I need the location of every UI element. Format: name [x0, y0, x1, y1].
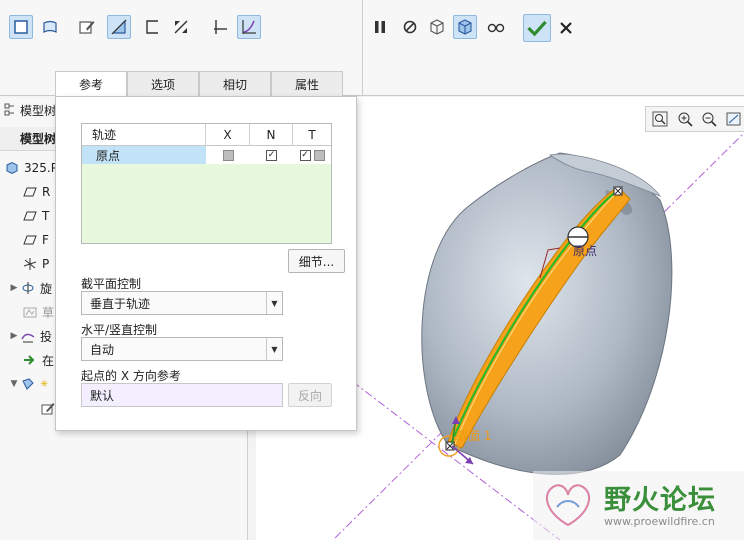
hv-control-label: 水平/竖直控制 — [81, 323, 158, 337]
x-ref-value: 默认 — [90, 388, 115, 403]
sketch-icon[interactable] — [75, 15, 99, 39]
x-ref-collector[interactable]: 默认 — [81, 383, 283, 407]
tree-item-label: F — [42, 233, 49, 247]
tab-references[interactable]: 参考 — [55, 71, 127, 97]
sketch-edit-icon — [40, 400, 56, 416]
details-button[interactable]: 细节... — [288, 249, 345, 273]
trajectory-collector[interactable]: 轨迹 X N T 原点 ✓ ✓ — [81, 123, 332, 244]
watermark-text: 野火论坛 — [604, 485, 716, 516]
solid-icon[interactable] — [9, 15, 33, 39]
references-panel: 轨迹 X N T 原点 ✓ ✓ 细节... 截平面控制 垂直于轨迹 ▼ 水平/竖… — [55, 96, 357, 431]
t-extra-checkbox[interactable] — [313, 149, 325, 161]
t-checkbox[interactable]: ✓ — [299, 149, 311, 161]
datum-plane-icon — [22, 184, 38, 200]
tree-item-part[interactable]: 325.P — [4, 157, 58, 179]
view-icon[interactable] — [724, 109, 744, 129]
expand-arrow-icon[interactable]: ▶ — [8, 283, 20, 293]
tree-item-label: 旋 — [40, 281, 53, 296]
tab-properties[interactable]: 属性 — [271, 71, 343, 96]
preview-icon[interactable] — [453, 15, 477, 39]
no-preview-icon[interactable] — [398, 15, 422, 39]
zoom-in-icon[interactable] — [675, 109, 696, 129]
x-ref-label: 起点的 X 方向参考 — [81, 369, 181, 383]
glasses-icon[interactable] — [484, 15, 508, 39]
expand-arrow-icon[interactable]: ▶ — [8, 331, 20, 341]
model-tree-title: 模型树 — [20, 103, 57, 118]
tree-item-datum-right[interactable]: R — [22, 181, 50, 203]
tree-item-label: T — [42, 209, 50, 223]
x-checkbox[interactable] — [222, 149, 234, 161]
projected-curve-icon — [20, 328, 36, 344]
tree-item-label: P — [42, 257, 50, 271]
tree-item-label: 草 — [42, 305, 55, 320]
pause-icon[interactable] — [368, 15, 392, 39]
watermark-url: www.proewildfire.cn — [604, 515, 715, 528]
zoom-out-icon[interactable] — [699, 109, 720, 129]
tree-item-label: 投 — [40, 329, 53, 344]
tree-item-label: 在 — [42, 353, 55, 368]
watermark-logo-icon — [545, 484, 591, 527]
datum-plane-icon — [22, 232, 38, 248]
variable-section-icon[interactable] — [237, 15, 261, 39]
refit-icon[interactable] — [650, 109, 671, 129]
constant-section-icon[interactable] — [208, 15, 232, 39]
hv-control-dropdown[interactable]: 自动 ▼ — [81, 337, 283, 361]
flip-button[interactable]: 反向 — [288, 383, 332, 407]
graphics-toolbar — [645, 106, 744, 132]
tree-item-projected[interactable]: ▶ 投 — [8, 325, 52, 347]
column-x: X — [206, 124, 250, 145]
new-feature-star-icon: ✳ — [40, 378, 49, 390]
tree-item-insert-here[interactable]: 在 — [22, 349, 54, 371]
tree-item-label: R — [42, 185, 51, 199]
trajectory-table-header: 轨迹 X N T — [82, 124, 331, 146]
tree-item-sketch[interactable]: 草 — [22, 301, 54, 323]
column-trajectory: 轨迹 — [82, 124, 206, 145]
hv-control-value: 自动 — [90, 342, 115, 357]
table-row[interactable]: 原点 ✓ ✓ — [82, 146, 331, 164]
trajectory-name[interactable]: 原点 — [82, 146, 206, 164]
verify-icon[interactable] — [425, 15, 449, 39]
expand-arrow-icon[interactable]: ▼ — [8, 379, 20, 389]
n-checkbox[interactable]: ✓ — [266, 149, 277, 161]
revolve-icon — [20, 280, 36, 296]
section-label: 截面 1 — [456, 429, 492, 443]
insert-here-icon — [22, 352, 38, 368]
ribbon: 参考 选项 相切 属性 — [0, 0, 744, 97]
section-control-dropdown[interactable]: 垂直于轨迹 ▼ — [81, 291, 283, 315]
sketch-feature-icon — [22, 304, 38, 320]
remove-material-icon[interactable] — [107, 15, 131, 39]
chevron-down-icon[interactable]: ▼ — [266, 292, 282, 314]
tree-item-csys[interactable]: P — [22, 253, 49, 275]
column-n: N — [250, 124, 293, 145]
tree-item-datum-top[interactable]: T — [22, 205, 49, 227]
part-icon — [4, 160, 20, 176]
tree-item-datum-front[interactable]: F — [22, 229, 49, 251]
section-control-value: 垂直于轨迹 — [90, 296, 151, 311]
ok-icon[interactable] — [523, 14, 551, 42]
origin-label: 原点 — [573, 244, 598, 258]
coordinate-system-icon — [22, 256, 38, 272]
tab-tangency[interactable]: 相切 — [199, 71, 271, 96]
tab-options[interactable]: 选项 — [127, 71, 199, 96]
chevron-down-icon[interactable]: ▼ — [266, 338, 282, 360]
tree-layout-icon — [4, 103, 16, 117]
sweep-feature-icon — [20, 376, 36, 392]
thicken-icon[interactable] — [140, 15, 164, 39]
surface-icon[interactable] — [38, 15, 62, 39]
cancel-icon[interactable] — [554, 16, 578, 40]
dashboard-tabs: 参考 选项 相切 属性 — [55, 71, 343, 97]
tree-item-revolve[interactable]: ▶ 旋 — [8, 277, 52, 299]
trim-icon[interactable] — [169, 15, 193, 39]
datum-plane-icon — [22, 208, 38, 224]
tree-item-sweep[interactable]: ▼ ✳ — [8, 373, 48, 395]
section-control-label: 截平面控制 — [81, 277, 142, 291]
tree-item-label: 325.P — [24, 161, 58, 175]
column-t: T — [308, 127, 316, 142]
